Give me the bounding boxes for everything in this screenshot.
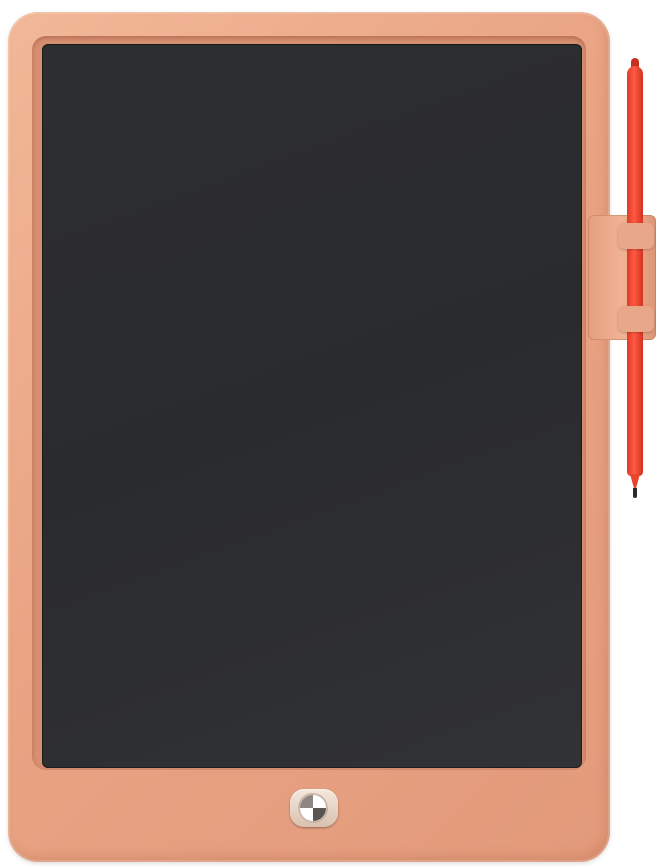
pen-clip-band-top: [618, 223, 654, 249]
stylus-point: [633, 488, 637, 498]
erase-button[interactable]: [290, 789, 338, 827]
lock-dial-icon: [298, 793, 328, 823]
tablet-frame: [8, 12, 610, 862]
stylus-pen[interactable]: [627, 58, 643, 498]
writing-tablet-scene: [0, 0, 658, 866]
stylus-body: [627, 66, 643, 476]
pen-clip-band-bottom: [618, 306, 654, 332]
lcd-writing-screen[interactable]: [42, 44, 582, 768]
